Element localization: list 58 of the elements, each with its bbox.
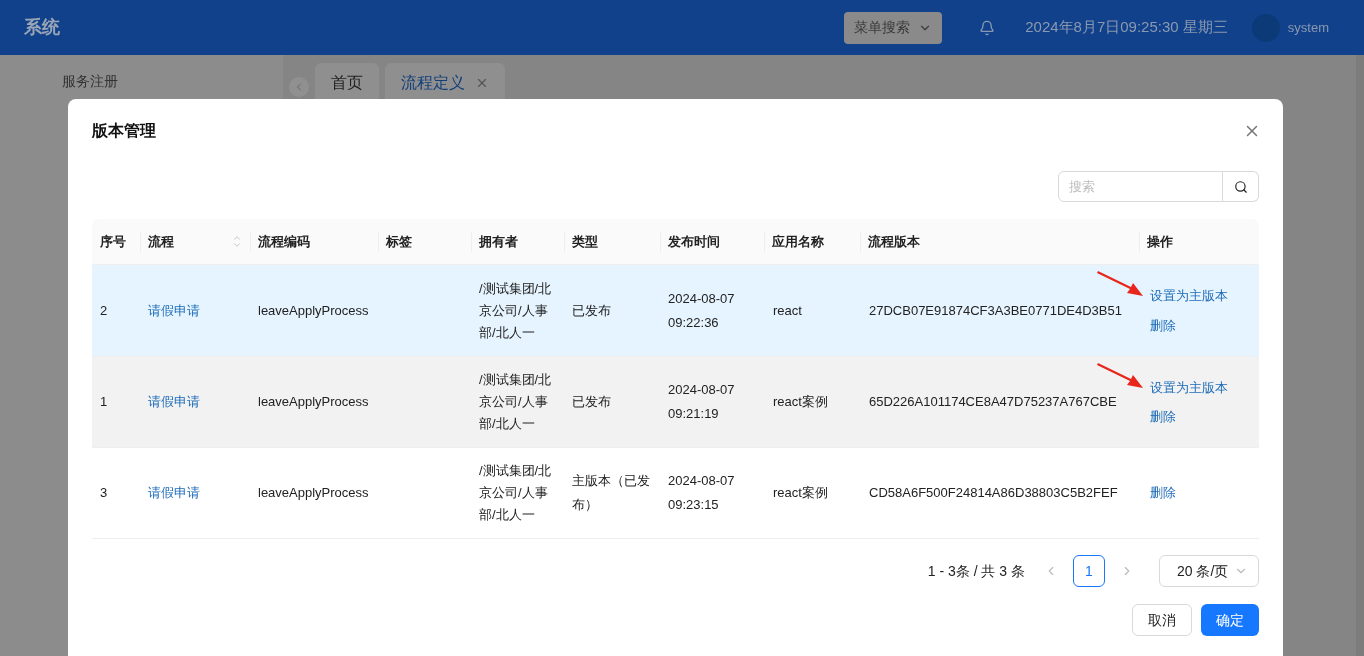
table-cell-text: /测试集团/北京公司/人事部/北人一: [479, 279, 553, 342]
column-title: 序号: [100, 232, 126, 251]
table-cell-text: 主版本（已发布）: [572, 472, 651, 514]
close-icon[interactable]: [475, 76, 489, 90]
action-link[interactable]: 设置为主版本: [1150, 286, 1249, 306]
dialog-button[interactable]: 确定: [1201, 604, 1259, 636]
action-link[interactable]: 删除: [1150, 407, 1249, 427]
column-title: 流程编码: [257, 232, 310, 251]
username: system: [1287, 18, 1329, 37]
dialog-title: 版本管理: [92, 121, 156, 141]
action-link[interactable]: 删除: [1150, 483, 1249, 503]
datetime: 2024年8月7日09:25:30 星期三: [1025, 17, 1228, 38]
column-title: 操作: [1147, 232, 1174, 251]
search-field[interactable]: 搜索: [1058, 171, 1223, 202]
table-cell-text: /测试集团/北京公司/人事部/北人一: [479, 371, 553, 433]
page-size-select[interactable]: 20 条/页: [1159, 555, 1259, 587]
table-cell-text: leaveApplyProcess: [258, 301, 369, 320]
table-cell-text: /测试集团/北京公司/人事部/北人一: [479, 462, 553, 524]
page-button[interactable]: 1: [1073, 555, 1105, 587]
table-cell-text: 3: [100, 484, 108, 503]
dialog-button[interactable]: 取消: [1132, 604, 1192, 636]
bell-icon[interactable]: [979, 19, 996, 36]
table-cell-text: 2024-08-07 09:21:19: [668, 381, 736, 423]
table-cell-text: react案例: [773, 484, 828, 503]
table-cell-text: CD58A6F500F24814A86D38803C5B2FEF: [869, 484, 1118, 503]
column-title: 发布时间: [667, 232, 720, 251]
table-row[interactable]: 1 请假申请 leaveApplyProcess /测试集团/北京公司/人事部/北人一 已发布 2024-08-07 09:21:19 react案例 65D226A101174CE8A47D75237A767CBE 设置为主版本 删除: [92, 356, 1259, 447]
table-cell-text: react: [773, 301, 802, 320]
table-row[interactable]: 2 请假申请 leaveApplyProcess /测试集团/北京公司/人事部/北人一 已发布 2024-08-07 09:22:36 react 27DCB07E91874CF3A3BE0771DE4D3B51 设置为主版本 删除: [92, 265, 1259, 356]
table-cell-text: leaveApplyProcess: [258, 484, 369, 503]
pagination-summary: 1 - 3条 / 共 3 条: [927, 561, 1025, 581]
sidebar-item[interactable]: 服务注册: [62, 71, 283, 93]
column-title: 类型: [571, 232, 598, 251]
table-cell-text: react案例: [773, 393, 828, 412]
table-cell-text: 已发布: [572, 393, 612, 411]
search-icon: [1233, 179, 1248, 194]
table-cell-text: 已发布: [572, 301, 612, 320]
column-title: 标签: [385, 232, 412, 251]
process-link[interactable]: 请假申请: [148, 483, 200, 503]
process-link[interactable]: 请假申请: [148, 392, 200, 412]
table-cell-text: 2: [100, 301, 108, 320]
table-cell-text: 1: [100, 393, 108, 412]
table-cell-text: 27DCB07E91874CF3A3BE0771DE4D3B51: [869, 301, 1122, 320]
menu-search-select[interactable]: 菜单搜索: [844, 11, 943, 44]
process-link[interactable]: 请假申请: [148, 300, 200, 321]
action-link[interactable]: 删除: [1150, 315, 1249, 335]
table-cell-text: leaveApplyProcess: [258, 393, 369, 412]
column-title: 拥有者: [478, 232, 518, 251]
column-title: 流程: [147, 232, 174, 251]
table-cell-text: 2024-08-07 09:23:15: [668, 472, 736, 514]
app-title: 系统: [24, 16, 60, 39]
table-cell-text: 65D226A101174CE8A47D75237A767CBE: [869, 393, 1117, 412]
search-button[interactable]: [1223, 171, 1259, 202]
sort-icon[interactable]: [231, 233, 242, 250]
column-title: 流程版本: [868, 232, 921, 251]
column-title: 应用名称: [772, 232, 825, 251]
table-cell-text: 2024-08-07 09:22:36: [668, 289, 736, 332]
action-link[interactable]: 设置为主版本: [1150, 377, 1249, 397]
